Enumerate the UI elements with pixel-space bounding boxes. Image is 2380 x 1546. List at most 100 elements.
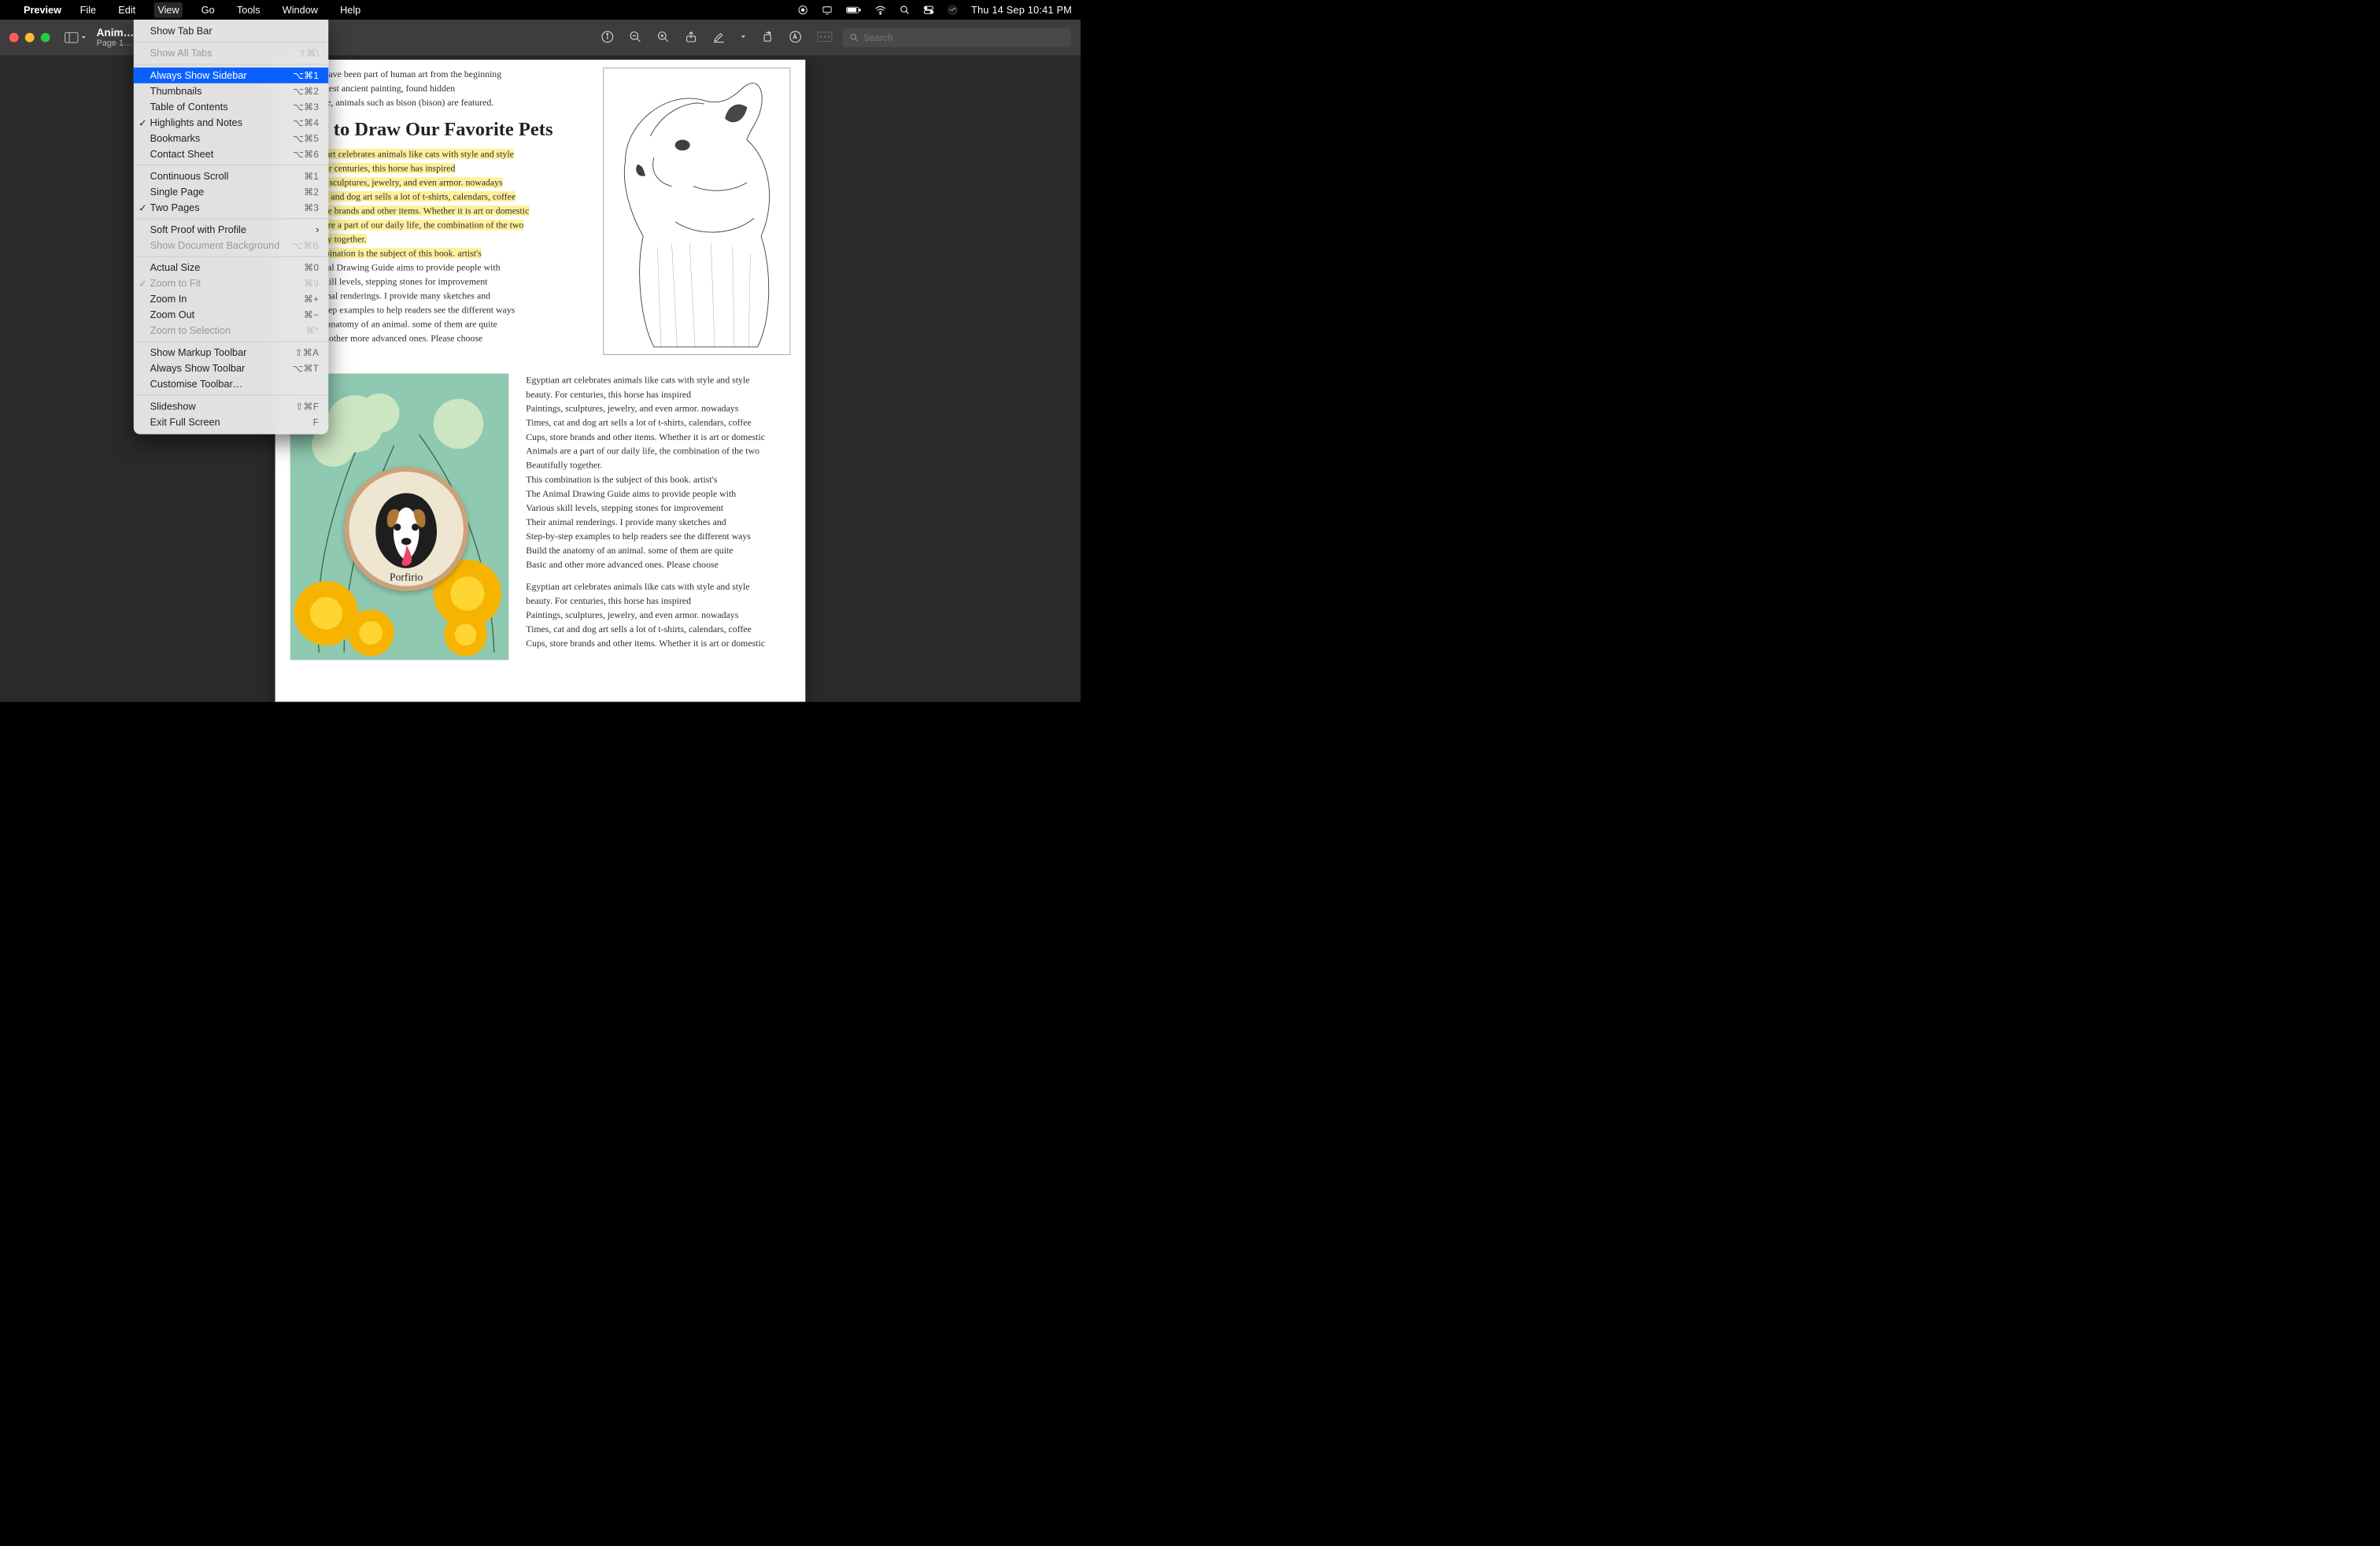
menu-item-always-show-toolbar[interactable]: Always Show Toolbar⌥⌘T bbox=[134, 361, 328, 376]
minimize-window-button[interactable] bbox=[25, 33, 35, 43]
submenu-arrow-icon: › bbox=[316, 224, 319, 236]
checkmark-icon: ✓ bbox=[139, 202, 147, 213]
siri-icon[interactable] bbox=[948, 5, 958, 15]
view-menu-dropdown: Show Tab Bar Show All Tabs⇧⌘\ Always Show … bbox=[134, 20, 328, 435]
intro-line: In the cave, animals such as bison (biso… bbox=[290, 96, 586, 109]
chevron-down-icon bbox=[81, 35, 87, 40]
menu-item-contact-sheet[interactable]: Contact Sheet⌥⌘6 bbox=[134, 146, 328, 162]
menu-item-label: Soft Proof with Profile bbox=[150, 224, 320, 236]
menu-item-label: Show Tab Bar bbox=[150, 25, 320, 37]
body-text: The Animal Drawing Guide aims to provide… bbox=[526, 487, 790, 501]
menu-view[interactable]: View bbox=[154, 2, 183, 17]
search-field[interactable] bbox=[843, 28, 1072, 47]
wifi-icon[interactable] bbox=[874, 6, 886, 15]
menu-shortcut: ⌥⌘5 bbox=[293, 133, 319, 144]
menu-window[interactable]: Window bbox=[279, 2, 321, 17]
control-center-icon[interactable] bbox=[923, 6, 934, 15]
menu-item-show-all-tabs: Show All Tabs⇧⌘\ bbox=[134, 46, 328, 61]
menu-item-two-pages[interactable]: ✓Two Pages⌘3 bbox=[134, 200, 328, 216]
menu-shortcut: ⌘1 bbox=[304, 171, 319, 182]
menu-item-label: Slideshow bbox=[150, 401, 295, 412]
screen-record-icon[interactable] bbox=[797, 5, 808, 16]
menu-item-single-page[interactable]: Single Page⌘2 bbox=[134, 184, 328, 200]
menu-item-show-tab-bar[interactable]: Show Tab Bar bbox=[134, 24, 328, 39]
menu-item-label: Show All Tabs bbox=[150, 47, 298, 59]
menu-item-exit-full-screen[interactable]: Exit Full ScreenF bbox=[134, 414, 328, 430]
menu-item-continuous-scroll[interactable]: Continuous Scroll⌘1 bbox=[134, 168, 328, 184]
menu-shortcut: ⇧⌘A bbox=[294, 347, 319, 358]
highlight-icon[interactable] bbox=[712, 30, 725, 45]
menu-item-label: Thumbnails bbox=[150, 86, 293, 98]
body-text: Various skill levels, stepping stones fo… bbox=[526, 501, 790, 515]
menu-item-thumbnails[interactable]: Thumbnails⌥⌘2 bbox=[134, 83, 328, 99]
spotlight-icon[interactable] bbox=[900, 5, 910, 15]
menu-item-label: Zoom to Fit bbox=[150, 278, 304, 290]
menu-item-show-markup-toolbar[interactable]: Show Markup Toolbar⇧⌘A bbox=[134, 345, 328, 361]
screen-mirror-icon[interactable] bbox=[822, 5, 833, 16]
menu-item-label: Contact Sheet bbox=[150, 148, 293, 160]
body-text: Their animal renderings. I provide many … bbox=[526, 516, 790, 529]
rotate-icon[interactable] bbox=[761, 30, 774, 45]
menu-item-label: Always Show Toolbar bbox=[150, 363, 293, 375]
menu-shortcut: ⌘9 bbox=[304, 278, 319, 289]
info-icon[interactable] bbox=[601, 30, 614, 45]
body-text: Beautifully together. bbox=[526, 459, 790, 472]
body-text: Animals are a part of our daily life, th… bbox=[526, 445, 790, 458]
intro-line: Animals have been part of human art from… bbox=[290, 68, 586, 81]
close-window-button[interactable] bbox=[9, 33, 19, 43]
menu-item-bookmarks[interactable]: Bookmarks⌥⌘5 bbox=[134, 131, 328, 146]
search-input[interactable] bbox=[863, 31, 1064, 43]
document-page: Animals have been part of human art from… bbox=[275, 60, 806, 702]
menu-edit[interactable]: Edit bbox=[115, 2, 139, 17]
body-text: The Animal Drawing Guide aims to provide… bbox=[290, 261, 586, 274]
menu-shortcut: ⌘− bbox=[304, 309, 320, 320]
menubar-clock[interactable]: Thu 14 Sep 10:41 PM bbox=[971, 4, 1072, 16]
menu-item-highlights-and-notes[interactable]: ✓Highlights and Notes⌥⌘4 bbox=[134, 115, 328, 131]
dog-sketch-image bbox=[603, 68, 790, 355]
sidebar-toggle-button[interactable] bbox=[65, 31, 87, 43]
markup-icon[interactable] bbox=[789, 30, 801, 45]
highlight-dropdown-icon[interactable] bbox=[741, 34, 746, 42]
menu-item-label: Always Show Sidebar bbox=[150, 70, 293, 82]
form-fill-icon[interactable] bbox=[817, 31, 833, 44]
menu-item-soft-proof-with-profile[interactable]: Soft Proof with Profile› bbox=[134, 222, 328, 238]
zoom-in-icon[interactable] bbox=[656, 30, 669, 45]
menu-item-customise-toolbar[interactable]: Customise Toolbar… bbox=[134, 376, 328, 392]
body-text: Egyptian art celebrates animals like cat… bbox=[526, 373, 790, 386]
menu-item-slideshow[interactable]: Slideshow⇧⌘F bbox=[134, 398, 328, 414]
menu-item-zoom-out[interactable]: Zoom Out⌘− bbox=[134, 307, 328, 323]
menu-shortcut: ⌘2 bbox=[304, 187, 319, 198]
macos-menubar: Preview File Edit View Go Tools Window H… bbox=[0, 0, 1081, 20]
document-subtitle: Page 1… bbox=[97, 39, 135, 48]
share-icon[interactable] bbox=[685, 30, 697, 45]
menu-item-always-show-sidebar[interactable]: Always Show Sidebar⌥⌘1 bbox=[134, 68, 328, 83]
menu-item-label: Zoom Out bbox=[150, 309, 304, 321]
app-name[interactable]: Preview bbox=[24, 4, 61, 16]
menu-item-label: Single Page bbox=[150, 187, 304, 198]
battery-icon[interactable] bbox=[846, 6, 861, 14]
menu-item-zoom-to-fit: ✓Zoom to Fit⌘9 bbox=[134, 276, 328, 291]
menu-item-table-of-contents[interactable]: Table of Contents⌥⌘3 bbox=[134, 99, 328, 115]
menu-item-zoom-in[interactable]: Zoom In⌘+ bbox=[134, 291, 328, 307]
menu-shortcut: ⌥⌘6 bbox=[293, 149, 319, 160]
body-text: Cups, store brands and other items. Whet… bbox=[526, 431, 790, 444]
menu-help[interactable]: Help bbox=[337, 2, 364, 17]
checkmark-icon: ✓ bbox=[139, 117, 147, 128]
menu-tools[interactable]: Tools bbox=[233, 2, 264, 17]
menu-shortcut: ⌘3 bbox=[304, 202, 319, 213]
body-text: Basic and other more advanced ones. Plea… bbox=[526, 558, 790, 571]
body-text: Basic and other more advanced ones. Plea… bbox=[290, 331, 586, 345]
menu-item-label: Exit Full Screen bbox=[150, 416, 313, 428]
fullscreen-window-button[interactable] bbox=[41, 33, 50, 43]
body-text: beauty. For centuries, this horse has in… bbox=[526, 387, 790, 401]
menu-shortcut: ⌥⌘T bbox=[292, 363, 319, 374]
menu-item-label: Zoom In bbox=[150, 294, 304, 305]
menu-item-label: Zoom to Selection bbox=[150, 325, 305, 337]
body-text: Cups, store brands and other items. Whet… bbox=[526, 637, 790, 650]
menu-item-zoom-to-selection: Zoom to Selection⌘* bbox=[134, 323, 328, 338]
menu-file[interactable]: File bbox=[76, 2, 100, 17]
zoom-out-icon[interactable] bbox=[629, 30, 641, 45]
menu-go[interactable]: Go bbox=[198, 2, 218, 17]
body-text: Paintings, sculptures, jewelry, and even… bbox=[526, 401, 790, 415]
menu-item-actual-size[interactable]: Actual Size⌘0 bbox=[134, 260, 328, 276]
